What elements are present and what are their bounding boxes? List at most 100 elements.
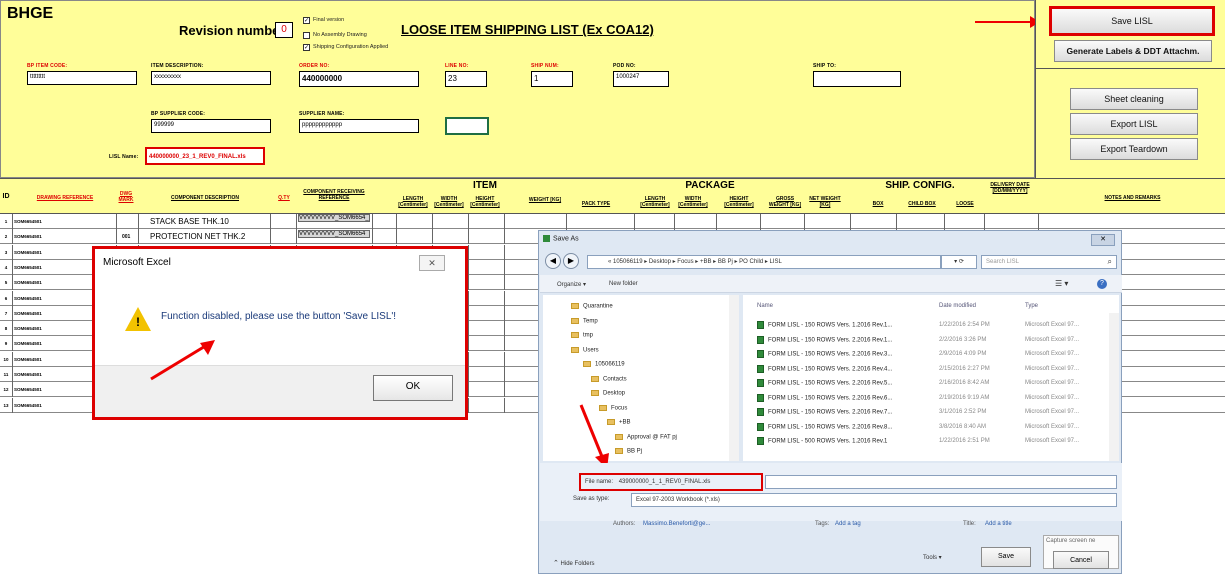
file-item[interactable]: FORM LISL - 150 ROWS Vers. 2.2016 Rev.1.… — [757, 335, 892, 344]
file-list: Name Date modified Type FORM LISL - 150 … — [743, 295, 1119, 461]
file-type: Microsoft Excel 97... — [1025, 365, 1080, 372]
folder-item[interactable]: Temp — [571, 317, 598, 324]
col-name-header[interactable]: Name — [757, 303, 773, 309]
file-item[interactable]: FORM LISL - 150 ROWS Vers. 1.2016 Rev.1.… — [757, 321, 892, 329]
cell-border — [296, 214, 297, 229]
save-button[interactable]: Save — [981, 547, 1031, 567]
folder-item[interactable]: 105066119 — [583, 361, 625, 368]
folder-item[interactable]: Users — [571, 346, 599, 353]
checkbox-shipping-config[interactable]: ✓ — [303, 44, 310, 51]
save-lisl-button[interactable]: Save LISL — [1049, 6, 1215, 36]
checkbox-final[interactable]: ✓ — [303, 17, 310, 24]
ship-to-field[interactable] — [813, 71, 901, 87]
col-drawing-ref: DRAWING REFERENCE — [36, 195, 94, 201]
authors-value[interactable]: Massimo.Beneforti@ge... — [643, 521, 710, 527]
back-icon[interactable]: ◀ — [545, 253, 561, 269]
hide-folders-label: Hide Folders — [560, 561, 595, 567]
col-receiving-ref: COMPONENT RECEIVING REFERENCE — [303, 189, 365, 201]
file-item[interactable]: FORM LISL - 150 ROWS Vers. 2.2016 Rev.7.… — [757, 408, 892, 416]
search-box[interactable]: Search LISL ⌕ — [981, 255, 1117, 269]
cancel-button-overlay[interactable]: Cancel — [1053, 551, 1109, 569]
order-no-field[interactable]: 440000000 — [299, 71, 419, 87]
folder-item[interactable]: Contacts — [591, 375, 627, 382]
ship-num-field[interactable]: 1 — [531, 71, 573, 87]
file-item[interactable]: FORM LISL - 150 ROWS Vers. 2.2016 Rev.4.… — [757, 364, 892, 373]
file-item[interactable]: FORM LISL - 150 ROWS Vers. 2.2016 Rev.8.… — [757, 422, 892, 431]
filename-highlight: File name: 439000000_1_1_REV0_FINAL.xls — [579, 473, 763, 491]
checkbox-no-assembly[interactable] — [303, 32, 310, 39]
col-component-desc: COMPONENT DESCRIPTION — [170, 195, 240, 201]
organize-menu[interactable]: Organize ▾ — [557, 281, 586, 288]
tags-value[interactable]: Add a tag — [835, 521, 861, 527]
ship-to-label: SHIP TO: — [813, 63, 837, 69]
export-teardown-button[interactable]: Export Teardown — [1070, 138, 1198, 160]
folder-label: BB Pj — [627, 448, 643, 455]
address-bar[interactable]: « 105066119 ▸ Desktop ▸ Focus ▸ +BB ▸ BB… — [587, 255, 941, 269]
col-date-header[interactable]: Date modified — [939, 303, 976, 309]
cell-border — [396, 214, 397, 229]
selected-cell[interactable] — [445, 117, 489, 135]
authors-label: Authors: — [613, 521, 636, 527]
folder-item[interactable]: Quarantine — [571, 303, 613, 310]
ship-num-label: SHIP NUM: — [531, 63, 559, 69]
cell-border — [944, 214, 945, 229]
tree-scrollbar[interactable] — [729, 295, 739, 461]
supplier-name-field[interactable]: pppppppppppp — [299, 119, 419, 133]
item-description-field[interactable]: xxxxxxxxx — [151, 71, 271, 85]
hide-folders-toggle[interactable]: ⌃ Hide Folders — [553, 559, 595, 567]
new-folder-button[interactable]: New folder — [609, 281, 638, 287]
revision-label: Revision number — [179, 23, 285, 38]
generate-labels-button[interactable]: Generate Labels & DDT Attachm. — [1054, 40, 1212, 62]
cell-border — [12, 244, 13, 260]
lisl-name-field[interactable]: 440000000_23_1_REV0_FINAL.xls — [145, 147, 265, 165]
refresh-icon[interactable]: ▾ ⟳ — [941, 255, 977, 269]
file-date: 2/15/2016 2:27 PM — [939, 365, 990, 372]
row-drawing-ref: SOM6654501 — [14, 402, 42, 408]
close-icon[interactable]: ✕ — [1091, 234, 1115, 246]
col-id: ID — [2, 193, 10, 200]
folder-item[interactable]: Desktop — [591, 390, 625, 397]
folder-icon — [583, 361, 591, 367]
view-options-icon[interactable]: ☰ ▾ — [1055, 279, 1068, 288]
savetype-select[interactable]: Excel 97-2003 Workbook (*.xls) — [631, 493, 1117, 507]
forward-icon[interactable]: ▶ — [563, 253, 579, 269]
help-icon[interactable]: ? — [1097, 279, 1107, 289]
file-scrollbar[interactable] — [1109, 313, 1119, 461]
folder-item[interactable]: BB Pj — [615, 448, 642, 455]
cell-border — [296, 229, 297, 245]
sheet-cleaning-button[interactable]: Sheet cleaning — [1070, 88, 1198, 110]
filename-input[interactable] — [765, 475, 1117, 489]
ok-button[interactable]: OK — [373, 375, 453, 401]
col-type-header[interactable]: Type — [1025, 303, 1038, 309]
folder-item[interactable]: tmp — [571, 332, 593, 339]
folder-label: +BB — [619, 419, 631, 426]
file-item[interactable]: FORM LISL - 150 ROWS Vers. 2.2016 Rev.3.… — [757, 350, 892, 358]
bp-supplier-code-field[interactable]: 999999 — [151, 119, 271, 133]
line-no-field[interactable]: 23 — [445, 71, 487, 87]
warning-icon-mark: ! — [136, 315, 140, 329]
tools-menu[interactable]: Tools ▾ — [923, 551, 942, 565]
file-item[interactable]: FORM LISL - 150 ROWS Vers. 2.2016 Rev.5.… — [757, 379, 892, 387]
file-item[interactable]: FORM LISL - 150 ROWS Vers. 2.2016 Rev.6.… — [757, 393, 892, 402]
cell-border — [504, 351, 505, 367]
pod-no-field[interactable]: 1000247 — [613, 71, 669, 87]
excel-file-icon — [757, 335, 764, 344]
close-icon[interactable]: ✕ — [419, 255, 445, 271]
folder-label: 105066119 — [595, 361, 625, 368]
row-drawing-ref: SOM6654501 — [14, 249, 42, 255]
save-as-title: Save As — [543, 235, 579, 242]
group-package: PACKAGE — [685, 180, 735, 191]
file-item[interactable]: FORM LISL - 500 ROWS Vers. 1.2016 Rev.1 — [757, 437, 887, 445]
revision-input[interactable]: 0 — [275, 22, 293, 38]
bp-item-code-field[interactable]: ttttttttt — [27, 71, 137, 85]
cell-border — [12, 397, 13, 413]
title-field-value[interactable]: Add a title — [985, 521, 1012, 527]
excel-file-icon — [757, 422, 764, 431]
folder-icon — [571, 332, 579, 338]
excel-dialog-message: Function disabled, please use the button… — [161, 311, 397, 322]
folder-item[interactable]: Approval @ FAT pj — [615, 433, 677, 440]
cell-border — [504, 321, 505, 337]
folder-icon — [591, 390, 599, 396]
export-lisl-button[interactable]: Export LISL — [1070, 113, 1198, 135]
cell-border — [760, 214, 761, 229]
